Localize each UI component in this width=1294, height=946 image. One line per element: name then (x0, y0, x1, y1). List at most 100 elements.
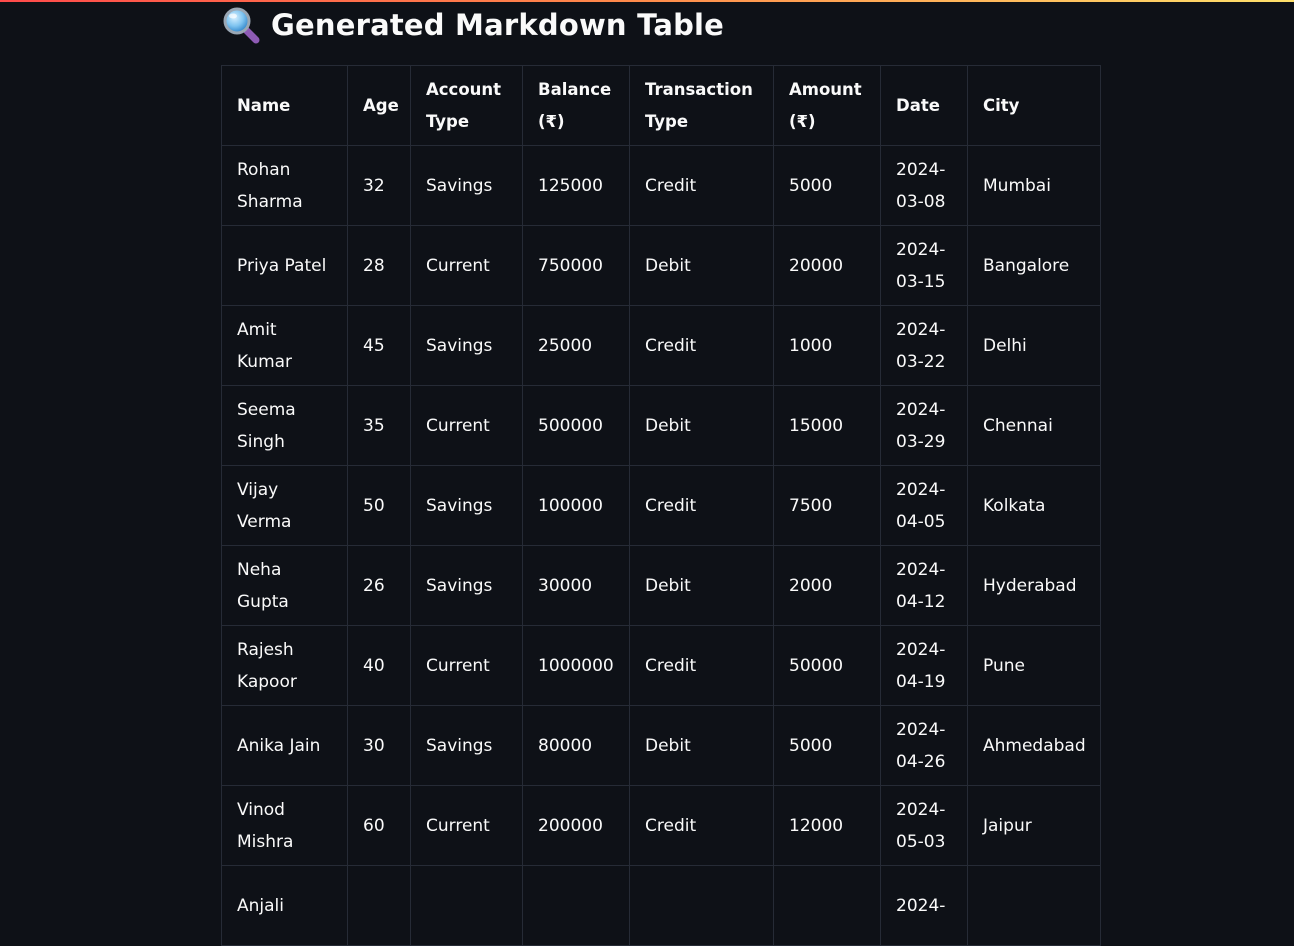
column-header-name: Name (221, 65, 348, 146)
cell-balance: 125000 (522, 145, 630, 226)
cell-name: Amit Kumar (221, 305, 348, 386)
cell-name: Vinod Mishra (221, 785, 348, 866)
cell-balance: 500000 (522, 385, 630, 466)
cell-date: 2024-03-15 (880, 225, 968, 306)
cell-account-type: Current (410, 225, 523, 306)
cell-city (967, 865, 1101, 946)
cell-balance: 100000 (522, 465, 630, 546)
column-header-date: Date (880, 65, 968, 146)
column-header-account-type: Account Type (410, 65, 523, 146)
cell-age (347, 865, 411, 946)
column-header-city: City (967, 65, 1101, 146)
table-row: Rajesh Kapoor 40 Current 1000000 Credit 50000… (221, 625, 1101, 706)
cell-age: 30 (347, 705, 411, 786)
cell-balance: 1000000 (522, 625, 630, 706)
cell-amount: 15000 (773, 385, 881, 466)
cell-name: Vijay Verma (221, 465, 348, 546)
main-content: Generated Markdown Table Name Age Accoun… (221, 0, 1101, 946)
cell-account-type: Savings (410, 705, 523, 786)
magnifying-glass-icon (221, 5, 261, 45)
cell-city: Kolkata (967, 465, 1101, 546)
cell-transaction-type: Debit (629, 385, 774, 466)
table-row: Vijay Verma 50 Savings 100000 Credit 7500 2024… (221, 465, 1101, 546)
table-row: Vinod Mishra 60 Current 200000 Credit 12000 20… (221, 785, 1101, 866)
cell-account-type (410, 865, 523, 946)
table-header-row: Name Age Account Type Balance (₹) Transa… (221, 65, 1101, 146)
cell-name: Priya Patel (221, 225, 348, 306)
page-title: Generated Markdown Table (271, 8, 725, 42)
column-header-balance: Balance (₹) (522, 65, 630, 146)
cell-age: 40 (347, 625, 411, 706)
cell-date: 2024-04-05 (880, 465, 968, 546)
table-row: Neha Gupta 26 Savings 30000 Debit 2000 2024-04… (221, 545, 1101, 626)
cell-balance: 200000 (522, 785, 630, 866)
table-row: Rohan Sharma 32 Savings 125000 Credit 5000 202… (221, 145, 1101, 226)
page-heading: Generated Markdown Table (221, 1, 1100, 49)
cell-account-type: Savings (410, 465, 523, 546)
cell-balance (522, 865, 630, 946)
cell-amount: 50000 (773, 625, 881, 706)
cell-city: Delhi (967, 305, 1101, 386)
cell-account-type: Current (410, 385, 523, 466)
cell-name: Anika Jain (221, 705, 348, 786)
cell-transaction-type: Debit (629, 225, 774, 306)
cell-date: 2024-05-03 (880, 785, 968, 866)
column-header-amount: Amount (₹) (773, 65, 881, 146)
cell-account-type: Current (410, 625, 523, 706)
cell-city: Ahmedabad (967, 705, 1101, 786)
cell-age: 32 (347, 145, 411, 226)
cell-transaction-type (629, 865, 774, 946)
cell-age: 45 (347, 305, 411, 386)
cell-account-type: Savings (410, 145, 523, 226)
cell-balance: 750000 (522, 225, 630, 306)
column-header-transaction-type: Transaction Type (629, 65, 774, 146)
cell-name: Neha Gupta (221, 545, 348, 626)
cell-account-type: Savings (410, 545, 523, 626)
cell-city: Hyderabad (967, 545, 1101, 626)
cell-amount: 7500 (773, 465, 881, 546)
cell-amount (773, 865, 881, 946)
cell-age: 26 (347, 545, 411, 626)
cell-balance: 80000 (522, 705, 630, 786)
cell-city: Jaipur (967, 785, 1101, 866)
table-row: Anika Jain 30 Savings 80000 Debit 5000 2024-04… (221, 705, 1101, 786)
cell-age: 28 (347, 225, 411, 306)
cell-date: 2024-03-08 (880, 145, 968, 226)
cell-transaction-type: Debit (629, 705, 774, 786)
cell-date: 2024-04-12 (880, 545, 968, 626)
cell-balance: 30000 (522, 545, 630, 626)
cell-name: Rohan Sharma (221, 145, 348, 226)
table-row: Priya Patel 28 Current 750000 Debit 20000 2024… (221, 225, 1101, 306)
cell-city: Chennai (967, 385, 1101, 466)
cell-city: Pune (967, 625, 1101, 706)
table-row: Seema Singh 35 Current 500000 Debit 15000 2024… (221, 385, 1101, 466)
cell-account-type: Savings (410, 305, 523, 386)
cell-city: Mumbai (967, 145, 1101, 226)
cell-name: Rajesh Kapoor (221, 625, 348, 706)
cell-amount: 12000 (773, 785, 881, 866)
cell-balance: 25000 (522, 305, 630, 386)
cell-transaction-type: Credit (629, 465, 774, 546)
cell-age: 50 (347, 465, 411, 546)
table-row: Amit Kumar 45 Savings 25000 Credit 1000 2024-0… (221, 305, 1101, 386)
cell-amount: 20000 (773, 225, 881, 306)
cell-transaction-type: Credit (629, 785, 774, 866)
cell-age: 60 (347, 785, 411, 866)
column-header-age: Age (347, 65, 411, 146)
cell-transaction-type: Credit (629, 625, 774, 706)
cell-date: 2024-04-19 (880, 625, 968, 706)
cell-date: 2024-03-22 (880, 305, 968, 386)
cell-name: Anjali (221, 865, 348, 946)
cell-account-type: Current (410, 785, 523, 866)
cell-date: 2024- (880, 865, 968, 946)
cell-name: Seema Singh (221, 385, 348, 466)
cell-amount: 2000 (773, 545, 881, 626)
cell-amount: 5000 (773, 705, 881, 786)
table-row: Anjali 2024- (221, 865, 1101, 946)
cell-date: 2024-04-26 (880, 705, 968, 786)
cell-amount: 5000 (773, 145, 881, 226)
cell-transaction-type: Credit (629, 145, 774, 226)
cell-amount: 1000 (773, 305, 881, 386)
cell-age: 35 (347, 385, 411, 466)
cell-city: Bangalore (967, 225, 1101, 306)
